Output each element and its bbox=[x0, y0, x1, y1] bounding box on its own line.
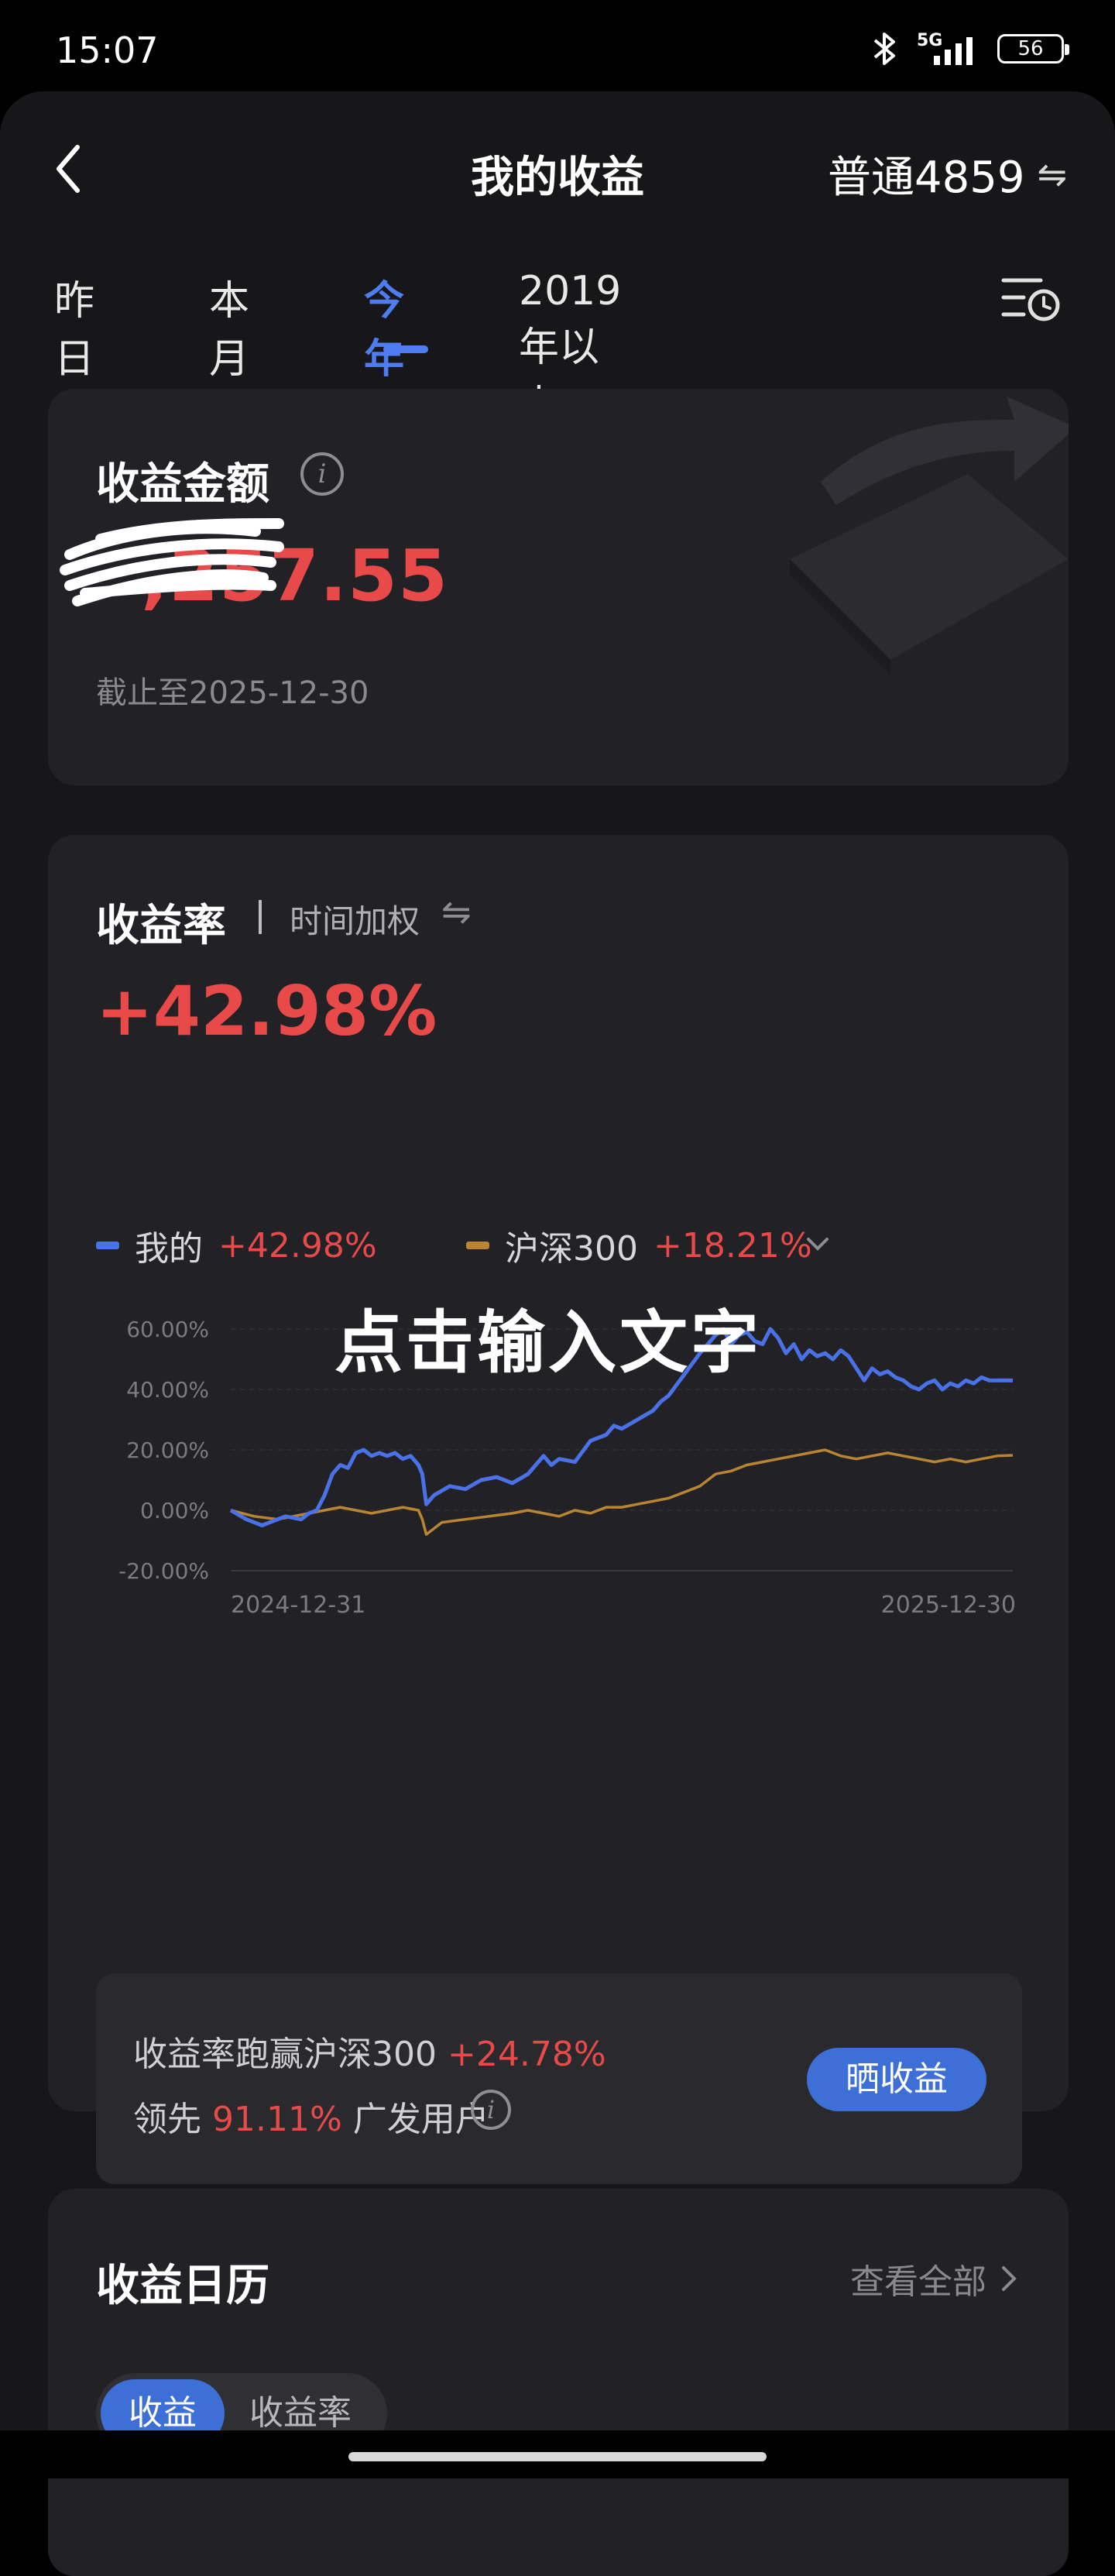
return-rate-card: 收益率 时间加权 ⇋ +42.98% 我的 +42.98% 沪深300 +18.… bbox=[48, 835, 1069, 2184]
earnings-title: 收益金额 bbox=[96, 459, 269, 510]
y-tick-label: -20.00% bbox=[118, 1558, 209, 1584]
outperform-label: 收益率跑赢沪深300 bbox=[133, 2035, 437, 2074]
tab-this-month[interactable]: 本月 bbox=[209, 268, 249, 384]
title-divider bbox=[259, 900, 262, 934]
series-line bbox=[230, 1448, 1014, 1536]
swap-icon: ⇋ bbox=[1037, 153, 1067, 195]
chevron-down-icon[interactable] bbox=[802, 1228, 833, 1259]
legend-item-csi300[interactable]: 沪深300 +18.21% bbox=[466, 1222, 812, 1269]
tab-this-year[interactable]: 今年 bbox=[364, 268, 404, 384]
tab-yesterday[interactable]: 昨日 bbox=[54, 268, 94, 384]
x-tick-label: 2024-12-31 bbox=[231, 1592, 365, 1619]
rank-value: 91.11% bbox=[212, 2100, 342, 2139]
y-tick-label: 20.00% bbox=[126, 1437, 209, 1463]
view-all-link[interactable]: 查看全部 bbox=[850, 2254, 1021, 2303]
home-indicator[interactable] bbox=[348, 2452, 767, 2461]
return-rate-title: 收益率 bbox=[96, 901, 226, 951]
benchmark-summary: 收益率跑赢沪深300 +24.78% 领先 91.11% 广发用户 i 晒收益 bbox=[96, 1973, 1022, 2184]
bluetooth-icon bbox=[873, 33, 895, 65]
account-label: 普通4859 bbox=[827, 153, 1025, 203]
rank-suffix: 广发用户 bbox=[352, 2100, 489, 2139]
legend-value: +18.21% bbox=[653, 1225, 812, 1266]
as-of-date: 截止至2025-12-30 bbox=[96, 675, 369, 711]
rising-arrow-decoration bbox=[790, 397, 1069, 675]
outperform-value: +24.78% bbox=[447, 2035, 606, 2074]
share-earnings-button[interactable]: 晒收益 bbox=[807, 2048, 986, 2111]
history-list-icon[interactable] bbox=[1000, 273, 1062, 324]
y-tick-label: 40.00% bbox=[126, 1377, 209, 1403]
swap-icon[interactable]: ⇋ bbox=[441, 891, 472, 933]
rank-prefix: 领先 bbox=[133, 2100, 201, 2139]
legend-value: +42.98% bbox=[218, 1225, 377, 1266]
return-rate-value: +42.98% bbox=[96, 971, 437, 1051]
cellular-signal-icon: 5G bbox=[917, 29, 983, 68]
legend-item-mine: 我的 +42.98% bbox=[96, 1222, 377, 1269]
rank-line: 领先 91.11% 广发用户 bbox=[133, 2091, 489, 2141]
legend-swatch bbox=[96, 1242, 119, 1249]
status-time: 15:07 bbox=[56, 29, 159, 71]
info-icon[interactable]: i bbox=[471, 2090, 511, 2130]
legend-name: 沪深300 bbox=[505, 1229, 638, 1269]
account-switcher[interactable]: 普通4859 ⇋ bbox=[828, 143, 1067, 205]
view-all-label: 查看全部 bbox=[850, 2262, 986, 2302]
legend-name: 我的 bbox=[135, 1229, 203, 1269]
earnings-card: 收益金额 i ,257.55 截止至2025-12-30 bbox=[48, 389, 1069, 785]
legend-swatch bbox=[466, 1242, 489, 1249]
battery-level: 56 bbox=[1017, 37, 1044, 60]
chevron-right-icon bbox=[1002, 2266, 1017, 2291]
status-bar: 15:07 5G 56 bbox=[0, 0, 1115, 91]
rate-mode-label[interactable]: 时间加权 bbox=[290, 895, 420, 943]
redaction-scribble bbox=[60, 518, 284, 606]
info-icon[interactable]: i bbox=[300, 452, 344, 496]
y-tick-label: 0.00% bbox=[140, 1498, 209, 1523]
outperform-line: 收益率跑赢沪深300 +24.78% bbox=[133, 2026, 606, 2076]
battery-icon: 56 bbox=[997, 34, 1069, 64]
app-screen: 我的收益 普通4859 ⇋ 昨日 本月 今年 2019年以来 收益金额 i ,2… bbox=[0, 91, 1115, 2576]
y-tick-label: 60.00% bbox=[126, 1317, 209, 1342]
earnings-calendar-card: 收益日历 查看全部 收益 收益率 bbox=[48, 2189, 1069, 2576]
active-tab-indicator bbox=[383, 345, 428, 353]
x-tick-label: 2025-12-30 bbox=[881, 1592, 1016, 1619]
status-icons: 5G 56 bbox=[867, 29, 1069, 68]
text-input-overlay[interactable]: 点击输入文字 bbox=[334, 1288, 762, 1386]
calendar-title: 收益日历 bbox=[96, 2261, 269, 2311]
